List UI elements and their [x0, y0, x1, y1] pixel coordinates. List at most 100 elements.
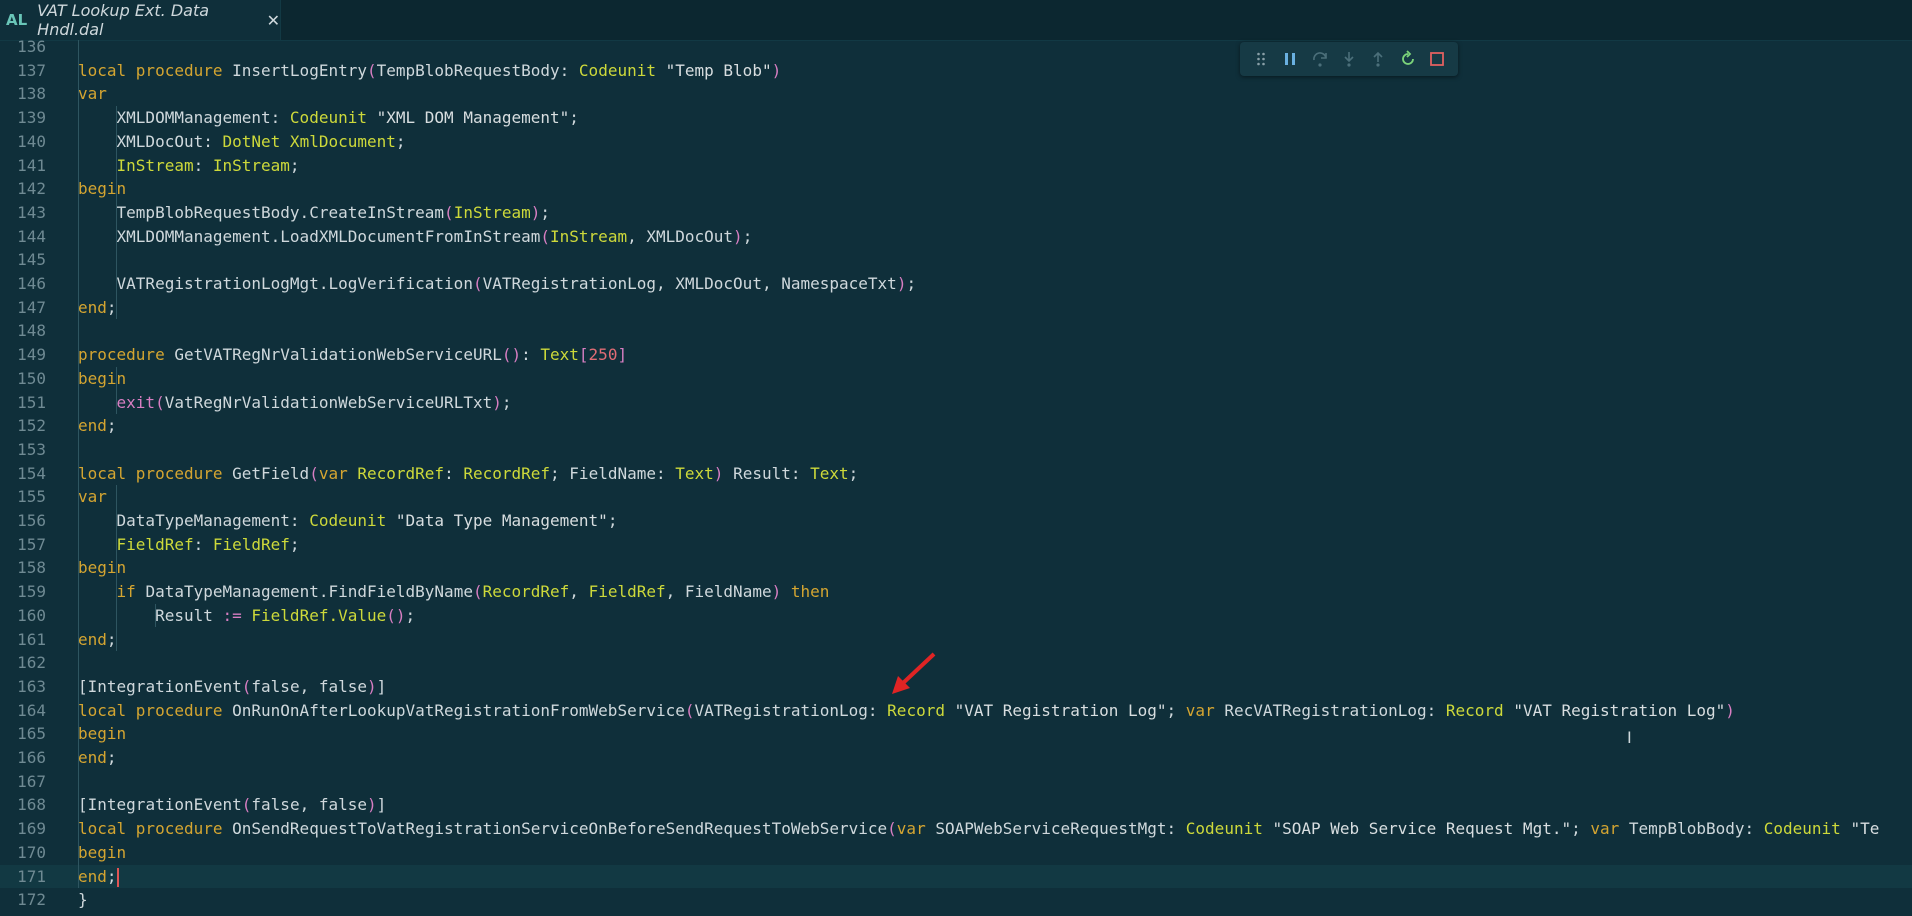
code-token: VATRegistrationLog, XMLDocOut, Namespace… [482, 274, 897, 293]
code-line[interactable]: 160 Result := FieldRef.Value(); [0, 604, 1912, 628]
step-into-icon[interactable] [1338, 48, 1360, 70]
code-line[interactable]: 169 local procedure OnSendRequestToVatReg… [0, 817, 1912, 841]
code-text: local procedure OnRunOnAfterLookupVatReg… [78, 699, 1735, 723]
code-line[interactable]: 156 DataTypeManagement: Codeunit "Data T… [0, 509, 1912, 533]
code-token: InStream [78, 155, 194, 175]
code-line[interactable]: 161 end; [0, 628, 1912, 652]
code-line[interactable]: 155 var [0, 485, 1912, 509]
code-token: ) [530, 202, 541, 222]
restart-icon[interactable] [1397, 48, 1419, 70]
line-number: 160 [17, 605, 46, 625]
code-line[interactable]: 158 begin [0, 556, 1912, 580]
code-token: ( [472, 582, 483, 602]
code-token: end [78, 297, 107, 317]
line-number: 151 [17, 392, 46, 412]
code-text: local procedure InsertLogEntry(TempBlobR… [78, 59, 781, 83]
code-token: VatRegNrValidationWebServiceURLTxt [164, 392, 493, 412]
code-token: var [896, 819, 936, 839]
code-token: end [78, 866, 107, 886]
code-line[interactable]: 145 [0, 248, 1912, 272]
code-line[interactable]: 143 TempBlobRequestBody.CreateInStream(I… [0, 201, 1912, 225]
code-line[interactable]: 144 XMLDOMManagement.LoadXMLDocumentFrom… [0, 225, 1912, 249]
code-token: ; [106, 416, 117, 436]
code-token: ; [742, 226, 753, 246]
code-line[interactable]: 147 end; [0, 296, 1912, 320]
line-number: 148 [17, 321, 46, 341]
code-line[interactable]: 148 [0, 319, 1912, 343]
code-token: ; [289, 534, 300, 554]
code-token: GetVATRegNrValidationWebServiceURL [174, 345, 502, 365]
code-line[interactable]: 167 [0, 770, 1912, 794]
code-token: IntegrationEvent [87, 676, 242, 696]
code-line[interactable]: 151 exit(VatRegNrValidationWebServiceURL… [0, 391, 1912, 415]
code-token: [ [78, 795, 88, 815]
code-line[interactable]: 154 local procedure GetField(var RecordRe… [0, 462, 1912, 486]
code-token: , FieldName [665, 582, 772, 602]
code-line[interactable]: 170 begin [0, 841, 1912, 865]
code-token: "VAT Registration Log" [944, 700, 1167, 720]
code-line[interactable]: 140 XMLDocOut: DotNet XmlDocument; [0, 130, 1912, 154]
code-token: ( [684, 700, 695, 720]
code-line[interactable]: 136 [0, 40, 1912, 59]
code-line[interactable]: 166 end; [0, 746, 1912, 770]
code-token: end [78, 629, 107, 649]
line-number: 157 [17, 534, 46, 554]
code-editor[interactable]: 136 137 local procedure InsertLogEntry(Tem… [0, 40, 1912, 916]
code-token: XMLDOMManagement: [78, 108, 290, 128]
code-line[interactable]: 152 end; [0, 414, 1912, 438]
code-line[interactable]: 139 XMLDOMManagement: Codeunit "XML DOM … [0, 106, 1912, 130]
line-number: 159 [17, 582, 46, 602]
code-line[interactable]: 157 FieldRef: FieldRef; [0, 533, 1912, 557]
code-text: local procedure GetField(var RecordRef: … [78, 462, 858, 486]
code-line[interactable]: 146 VATRegistrationLogMgt.LogVerificatio… [0, 272, 1912, 296]
code-token: local procedure [78, 819, 233, 839]
code-line[interactable]: 149 procedure GetVATRegNrValidationWebSer… [0, 343, 1912, 367]
pause-icon[interactable] [1279, 48, 1301, 70]
code-token: 250 [588, 345, 618, 365]
code-token: InStream [550, 226, 628, 246]
code-text: procedure GetVATRegNrValidationWebServic… [78, 343, 627, 367]
code-line[interactable]: 165 begin [0, 722, 1912, 746]
editor-tab[interactable]: AL VAT Lookup Ext. Data Hndl.dal ✕ [0, 0, 281, 40]
code-token: Codeunit [289, 108, 367, 128]
code-line[interactable]: 159 if DataTypeManagement.FindFieldByNam… [0, 580, 1912, 604]
code-token: begin [78, 842, 127, 862]
stop-icon[interactable] [1426, 48, 1448, 70]
code-line[interactable]: 137 local procedure InsertLogEntry(TempBl… [0, 59, 1912, 83]
code-line[interactable]: 150 begin [0, 367, 1912, 391]
code-token: TempBlobRequestBody.CreateInStream [78, 202, 445, 222]
close-icon[interactable]: ✕ [267, 11, 280, 30]
code-token: Record [887, 700, 945, 720]
code-token: ; [540, 202, 551, 222]
code-token: ; [1571, 819, 1591, 839]
code-line[interactable]: 171 end; [0, 864, 1912, 889]
code-line[interactable]: 138 var [0, 82, 1912, 106]
code-line[interactable]: 142 begin [0, 177, 1912, 201]
code-text: end; [78, 865, 119, 889]
code-line[interactable]: 172} [0, 888, 1912, 912]
code-text: begin [78, 841, 126, 865]
drag-handle-icon[interactable] [1250, 48, 1272, 70]
code-text: begin [78, 367, 126, 391]
code-line[interactable]: 163 [IntegrationEvent(false, false)] [0, 675, 1912, 699]
step-over-icon[interactable] [1309, 48, 1331, 70]
line-number: 142 [17, 179, 46, 199]
code-text: end; [78, 746, 117, 770]
tab-title: VAT Lookup Ext. Data Hndl.dal [37, 1, 210, 39]
code-token: Result [78, 605, 223, 625]
code-token: ( [444, 202, 454, 222]
code-token: SOAPWebServiceRequestMgt: [935, 819, 1186, 839]
code-line[interactable]: 162 [0, 651, 1912, 675]
step-out-icon[interactable] [1367, 48, 1389, 70]
code-line[interactable]: 168 [IntegrationEvent(false, false)] [0, 793, 1912, 817]
line-number: 144 [17, 226, 46, 246]
code-line[interactable]: 141 InStream: InStream; [0, 154, 1912, 178]
code-line[interactable]: 153 [0, 438, 1912, 462]
code-token: [ [578, 345, 589, 365]
code-text: var [78, 485, 107, 509]
code-token: begin [78, 724, 127, 744]
code-token: Result: [723, 463, 811, 483]
code-line[interactable]: 164 local procedure OnRunOnAfterLookupVat… [0, 699, 1912, 723]
line-number: 136 [17, 40, 46, 56]
code-text: begin [78, 556, 126, 580]
